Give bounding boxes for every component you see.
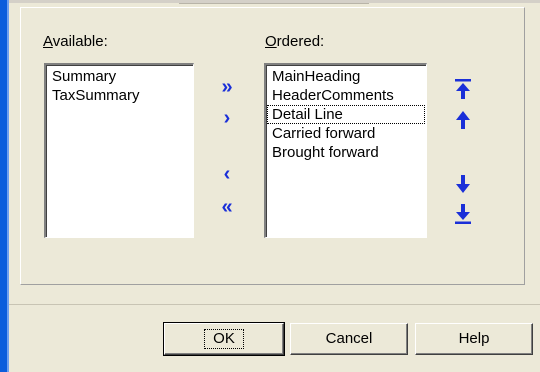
list-item[interactable]: TaxSummary [46, 86, 193, 105]
move-to-top-button[interactable] [450, 76, 476, 102]
available-label-accel: A [43, 33, 53, 50]
available-label-text: vailable: [52, 33, 108, 50]
list-item[interactable]: Brought forward [266, 143, 426, 162]
move-up-button[interactable] [450, 107, 476, 133]
cancel-button[interactable]: Cancel [290, 323, 408, 355]
list-item[interactable]: MainHeading [266, 67, 426, 86]
window-frame-left [0, 0, 9, 372]
ordered-label: Ordered: [265, 33, 324, 50]
ordered-label-text: rdered: [276, 33, 325, 50]
remove-all-button[interactable]: « [212, 196, 242, 222]
list-item[interactable]: Summary [46, 67, 193, 86]
move-to-bottom-button[interactable] [450, 201, 476, 227]
move-to-bottom-icon [455, 204, 471, 224]
move-down-icon [456, 175, 470, 193]
window-top-edge [9, 0, 540, 4]
list-item[interactable]: HeaderComments [266, 86, 426, 105]
move-up-icon [456, 111, 470, 129]
button-bar-separator [9, 304, 540, 305]
remove-button[interactable]: ‹ [212, 163, 242, 189]
ordered-listbox[interactable]: MainHeading HeaderComments Detail Line C… [264, 63, 427, 238]
list-item-focused[interactable]: Detail Line [267, 105, 425, 124]
add-button[interactable]: › [212, 107, 242, 133]
ordered-label-accel: O [265, 33, 277, 50]
available-listbox[interactable]: Summary TaxSummary [44, 63, 194, 238]
move-to-top-icon [455, 79, 471, 99]
help-button[interactable]: Help [415, 323, 533, 355]
add-all-button[interactable]: » [212, 76, 242, 102]
ok-button[interactable]: OK [163, 322, 285, 356]
available-label: Available: [43, 33, 108, 50]
ok-button-label: OK [204, 329, 244, 349]
list-item[interactable]: Carried forward [266, 124, 426, 143]
move-down-button[interactable] [450, 171, 476, 197]
